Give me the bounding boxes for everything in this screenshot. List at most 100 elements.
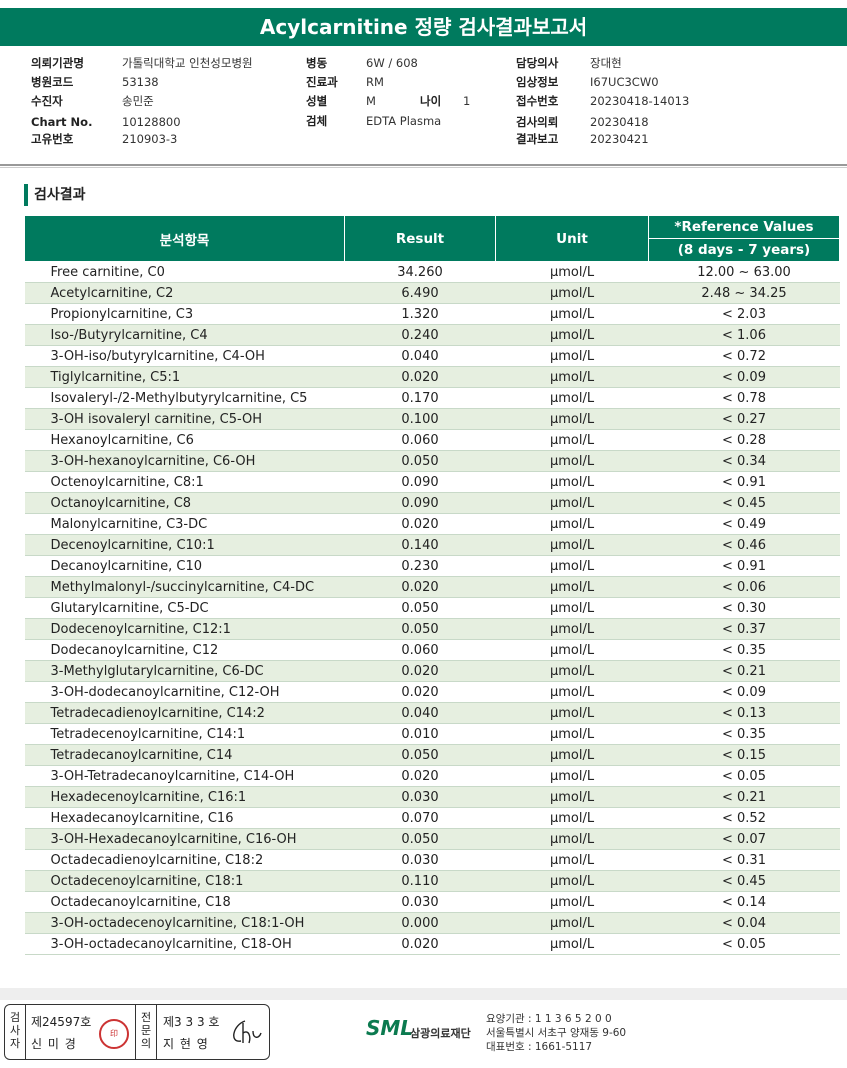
unit: μmol/L [495, 639, 649, 661]
table-row: Tiglylcarnitine, C5:1 0.020 μmol/L < 0.09 [24, 366, 840, 388]
analyte-name: Tetradecadienoylcarnitine, C14:2 [24, 702, 345, 724]
reference-range: < 0.34 [648, 450, 840, 472]
analyte-name: 3-OH-hexanoylcarnitine, C6-OH [24, 450, 345, 472]
analyte-name: Decanoylcarnitine, C10 [24, 555, 345, 577]
analyte-name: Hexanoylcarnitine, C6 [24, 429, 345, 451]
result-value: 0.060 [344, 639, 496, 661]
header-label: 수진자 [31, 94, 63, 108]
analyte-name: 3-OH-dodecanoylcarnitine, C12-OH [24, 681, 345, 703]
section-title: 검사결과 [24, 184, 86, 206]
divider [0, 164, 847, 166]
reference-range: < 0.72 [648, 345, 840, 367]
result-value: 0.030 [344, 786, 496, 808]
result-value: 0.240 [344, 324, 496, 346]
reference-range: < 0.05 [648, 933, 840, 955]
divider [0, 167, 847, 168]
analyte-name: Isovaleryl-/2-Methylbutyrylcarnitine, C5 [24, 387, 345, 409]
result-value: 0.030 [344, 891, 496, 913]
unit: μmol/L [495, 282, 649, 304]
unit: μmol/L [495, 912, 649, 934]
result-value: 0.050 [344, 597, 496, 619]
col-header-reference: *Reference Values [648, 215, 840, 239]
table-row: Free carnitine, C0 34.260 μmol/L 12.00 ~ 63… [24, 261, 840, 283]
table-row: Hexadecenoylcarnitine, C16:1 0.030 μmol/L <… [24, 786, 840, 808]
unit: μmol/L [495, 513, 649, 535]
analyte-name: 3-OH-Hexadecanoylcarnitine, C16-OH [24, 828, 345, 850]
table-row: 3-OH-dodecanoylcarnitine, C12-OH 0.020 μmo… [24, 681, 840, 703]
reference-range: < 0.28 [648, 429, 840, 451]
unit: μmol/L [495, 261, 649, 283]
analyte-name: 3-Methylglutarylcarnitine, C6-DC [24, 660, 345, 682]
analyte-name: Octadecanoylcarnitine, C18 [24, 891, 345, 913]
header-label: 진료과 [306, 75, 338, 89]
result-value: 0.020 [344, 366, 496, 388]
result-value: 0.090 [344, 471, 496, 493]
org-info: 요양기관 : 1 1 3 6 5 2 0 0 서울특별시 서초구 양재동 9-6… [486, 1012, 626, 1054]
result-value: 0.030 [344, 849, 496, 871]
analyte-name: 3-OH isovaleryl carnitine, C5-OH [24, 408, 345, 430]
unit: μmol/L [495, 723, 649, 745]
header-value: 210903-3 [122, 132, 178, 146]
reference-range: < 0.09 [648, 366, 840, 388]
table-row: 3-OH-octadecanoylcarnitine, C18-OH 0.020 μ… [24, 933, 840, 955]
unit: μmol/L [495, 849, 649, 871]
reference-range: < 0.52 [648, 807, 840, 829]
unit: μmol/L [495, 366, 649, 388]
org-code: 요양기관 : 1 1 3 6 5 2 0 0 [486, 1013, 612, 1025]
reference-range: < 0.04 [648, 912, 840, 934]
header-label: 접수번호 [516, 94, 559, 108]
table-row: 3-OH-octadecenoylcarnitine, C18:1-OH 0.00… [24, 912, 840, 934]
analyte-name: 3-OH-Tetradecanoylcarnitine, C14-OH [24, 765, 345, 787]
results-table: 분석항목 Result Unit *Reference Values (8 da… [24, 215, 840, 955]
table-row: Malonylcarnitine, C3-DC 0.020 μmol/L < 0.49 [24, 513, 840, 535]
reference-range: < 1.06 [648, 324, 840, 346]
unit: μmol/L [495, 891, 649, 913]
result-value: 0.230 [344, 555, 496, 577]
header-value: 장대현 [590, 56, 622, 70]
reference-range: < 0.35 [648, 639, 840, 661]
signature-box: 검사자 제24597호 신 미 경 印 전문의 제3 3 3 호 지 현 영 [4, 1004, 270, 1060]
table-row: Isovaleryl-/2-Methylbutyrylcarnitine, C5… [24, 387, 840, 409]
analyte-name: Free carnitine, C0 [24, 261, 345, 283]
age-value: 1 [463, 94, 471, 108]
table-row: Glutarylcarnitine, C5-DC 0.050 μmol/L < 0.3… [24, 597, 840, 619]
analyte-name: Tetradecanoylcarnitine, C14 [24, 744, 345, 766]
org-phone: 대표번호 : 1661-5117 [486, 1041, 593, 1053]
header-label: 담당의사 [516, 56, 559, 70]
header-label: 결과보고 [516, 132, 559, 146]
unit: μmol/L [495, 681, 649, 703]
result-value: 0.170 [344, 387, 496, 409]
table-row: Dodecanoylcarnitine, C12 0.060 μmol/L < 0.3… [24, 639, 840, 661]
reference-range: < 0.78 [648, 387, 840, 409]
unit: μmol/L [495, 387, 649, 409]
unit: μmol/L [495, 786, 649, 808]
vertical-char: 검 [9, 1011, 21, 1024]
result-value: 0.140 [344, 534, 496, 556]
unit: μmol/L [495, 744, 649, 766]
unit: μmol/L [495, 576, 649, 598]
tester-license: 제24597호 [31, 1015, 92, 1029]
org-address: 서울특별시 서초구 양재동 9-60 [486, 1027, 627, 1039]
header-value: 6W / 608 [366, 56, 418, 70]
reference-range: < 0.21 [648, 660, 840, 682]
header-value: 20230421 [590, 132, 649, 146]
analyte-name: Hexadecenoylcarnitine, C16:1 [24, 786, 345, 808]
analyte-name: Hexadecanoylcarnitine, C16 [24, 807, 345, 829]
vertical-char: 자 [9, 1037, 21, 1050]
analyte-name: Methylmalonyl-/succinylcarnitine, C4-DC [24, 576, 345, 598]
specialist-name: 지 현 영 [163, 1037, 209, 1051]
report-title: Acylcarnitine 정량 검사결과보고서 [0, 8, 847, 46]
analyte-name: 3-OH-octadecanoylcarnitine, C18-OH [24, 933, 345, 955]
result-value: 0.050 [344, 828, 496, 850]
unit: μmol/L [495, 471, 649, 493]
header-value: 송민준 [122, 94, 154, 108]
reference-range: < 0.30 [648, 597, 840, 619]
result-value: 0.040 [344, 345, 496, 367]
table-row: Methylmalonyl-/succinylcarnitine, C4-DC 0… [24, 576, 840, 598]
reference-range: < 0.46 [648, 534, 840, 556]
result-value: 0.110 [344, 870, 496, 892]
result-value: 34.260 [344, 261, 496, 283]
table-row: Octadecenoylcarnitine, C18:1 0.110 μmol/L <… [24, 870, 840, 892]
age-label: 나이 [420, 94, 442, 108]
reference-range: < 0.13 [648, 702, 840, 724]
